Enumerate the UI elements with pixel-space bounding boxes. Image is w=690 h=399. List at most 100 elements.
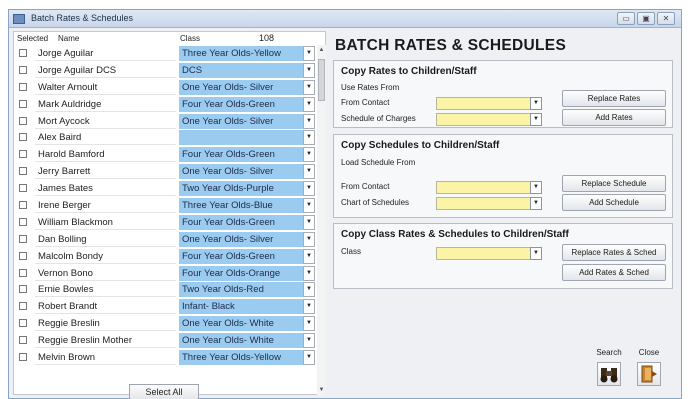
class-select[interactable]: One Year Olds- White (179, 333, 303, 349)
chart-of-schedules-combo[interactable]: ▼ (436, 197, 542, 210)
class-select[interactable]: Three Year Olds-Blue (179, 198, 303, 214)
class-select[interactable]: Four Year Olds-Orange (179, 265, 303, 281)
child-name: Mort Aycock (35, 114, 176, 129)
chevron-down-icon[interactable]: ▼ (303, 96, 315, 112)
chevron-down-icon[interactable]: ▼ (303, 181, 315, 197)
chevron-down-icon[interactable]: ▼ (303, 248, 315, 264)
row-select-checkbox[interactable] (19, 285, 27, 294)
chevron-down-icon[interactable]: ▼ (530, 197, 542, 210)
chevron-down-icon[interactable]: ▼ (303, 164, 315, 180)
minimize-button[interactable]: ▭ (617, 12, 635, 25)
chevron-down-icon[interactable]: ▼ (303, 147, 315, 163)
chevron-down-icon[interactable]: ▼ (303, 265, 315, 281)
row-select-checkbox[interactable] (19, 268, 27, 277)
row-select-checkbox[interactable] (19, 201, 27, 210)
row-select-checkbox[interactable] (19, 99, 27, 108)
class-select[interactable]: Four Year Olds-Green (179, 96, 303, 112)
schedule-of-charges-combo[interactable]: ▼ (436, 113, 542, 126)
class-select[interactable]: Two Year Olds-Purple (179, 181, 303, 197)
class-select[interactable]: Infant- Black (179, 299, 303, 315)
row-select-checkbox[interactable] (19, 150, 27, 159)
chevron-down-icon[interactable]: ▼ (303, 198, 315, 214)
class-combo[interactable]: ▼ (436, 247, 542, 260)
row-select-checkbox[interactable] (19, 116, 27, 125)
chevron-down-icon[interactable]: ▼ (303, 79, 315, 95)
maximize-button[interactable]: ▣ (637, 12, 655, 25)
replace-rates-sched-button[interactable]: Replace Rates & Sched (562, 244, 666, 261)
chart-of-schedules-label: Chart of Schedules (341, 198, 410, 207)
add-rates-button[interactable]: Add Rates (562, 109, 666, 126)
row-select-checkbox[interactable] (19, 82, 27, 91)
class-select[interactable]: One Year Olds- Silver (179, 79, 303, 95)
chevron-down-icon[interactable]: ▼ (303, 231, 315, 247)
list-scrollbar[interactable]: ▲ ▼ (317, 45, 326, 395)
class-select[interactable]: One Year Olds- Silver (179, 113, 303, 129)
page-title: BATCH RATES & SCHEDULES (335, 37, 567, 54)
class-select[interactable]: One Year Olds- Silver (179, 231, 303, 247)
scroll-down-icon[interactable]: ▼ (317, 385, 326, 395)
form-icon (13, 14, 25, 24)
schedules-from-contact-combo[interactable]: ▼ (436, 181, 542, 194)
chevron-down-icon[interactable]: ▼ (530, 181, 542, 194)
table-row: James Bates Two Year Olds-Purple ▼ (14, 180, 315, 197)
chevron-down-icon[interactable]: ▼ (303, 316, 315, 332)
door-exit-icon (641, 365, 657, 383)
chevron-down-icon[interactable]: ▼ (303, 113, 315, 129)
children-list-panel: Selected Name Class 108 Jorge Aguilar Thr… (13, 31, 326, 399)
class-select[interactable]: Four Year Olds-Green (179, 248, 303, 264)
rates-from-contact-combo[interactable]: ▼ (436, 97, 542, 110)
close-button[interactable] (637, 362, 661, 386)
class-select[interactable]: Three Year Olds-Yellow (179, 350, 303, 366)
row-select-checkbox[interactable] (19, 184, 27, 193)
child-name: Jorge Aguilar DCS (35, 63, 176, 78)
select-all-button[interactable]: Select All (129, 384, 199, 399)
row-select-checkbox[interactable] (19, 49, 27, 57)
class-select[interactable]: Four Year Olds-Green (179, 147, 303, 163)
chevron-down-icon[interactable]: ▼ (303, 282, 315, 298)
row-select-checkbox[interactable] (19, 251, 27, 260)
child-name: Irene Berger (35, 198, 176, 214)
chevron-down-icon[interactable]: ▼ (303, 46, 315, 61)
close-window-button[interactable]: ✕ (657, 12, 675, 25)
add-rates-sched-button[interactable]: Add Rates & Sched (562, 264, 666, 281)
row-select-checkbox[interactable] (19, 336, 27, 345)
class-select[interactable] (179, 130, 303, 146)
row-select-checkbox[interactable] (19, 319, 27, 328)
search-label: Search (596, 348, 622, 357)
table-row: Dan Bolling One Year Olds- Silver ▼ (14, 231, 315, 248)
chevron-down-icon[interactable]: ▼ (530, 97, 542, 110)
class-select[interactable]: One Year Olds- White (179, 316, 303, 332)
row-select-checkbox[interactable] (19, 133, 27, 142)
child-name: Reggie Breslin (35, 316, 176, 332)
class-select[interactable]: Two Year Olds-Red (179, 282, 303, 298)
replace-rates-button[interactable]: Replace Rates (562, 90, 666, 107)
chevron-down-icon[interactable]: ▼ (303, 333, 315, 349)
chevron-down-icon[interactable]: ▼ (303, 214, 315, 230)
class-select[interactable]: DCS (179, 62, 303, 78)
row-select-checkbox[interactable] (19, 167, 27, 176)
scroll-up-icon[interactable]: ▲ (317, 45, 326, 55)
schedules-from-contact-label: From Contact (341, 182, 390, 191)
chevron-down-icon[interactable]: ▼ (303, 350, 315, 366)
row-select-checkbox[interactable] (19, 353, 27, 362)
add-schedule-button[interactable]: Add Schedule (562, 194, 666, 211)
chevron-down-icon[interactable]: ▼ (303, 299, 315, 315)
copy-schedules-group: Copy Schedules to Children/Staff Load Sc… (333, 134, 673, 218)
chevron-down-icon[interactable]: ▼ (530, 113, 542, 126)
replace-schedule-button[interactable]: Replace Schedule (562, 175, 666, 192)
copy-rates-group: Copy Rates to Children/Staff Use Rates F… (333, 60, 673, 128)
chevron-down-icon[interactable]: ▼ (303, 62, 315, 78)
class-select[interactable]: One Year Olds- Silver (179, 164, 303, 180)
chevron-down-icon[interactable]: ▼ (530, 247, 542, 260)
row-select-checkbox[interactable] (19, 234, 27, 243)
row-select-checkbox[interactable] (19, 302, 27, 311)
chevron-down-icon[interactable]: ▼ (303, 130, 315, 146)
search-button[interactable] (597, 362, 621, 386)
scroll-thumb[interactable] (318, 59, 325, 101)
class-select[interactable]: Three Year Olds-Yellow (179, 46, 303, 61)
class-select[interactable]: Four Year Olds-Green (179, 214, 303, 230)
row-select-checkbox[interactable] (19, 217, 27, 226)
copy-class-group: Copy Class Rates & Schedules to Children… (333, 223, 673, 289)
table-row: Mark Auldridge Four Year Olds-Green ▼ (14, 96, 315, 113)
row-select-checkbox[interactable] (19, 65, 27, 74)
